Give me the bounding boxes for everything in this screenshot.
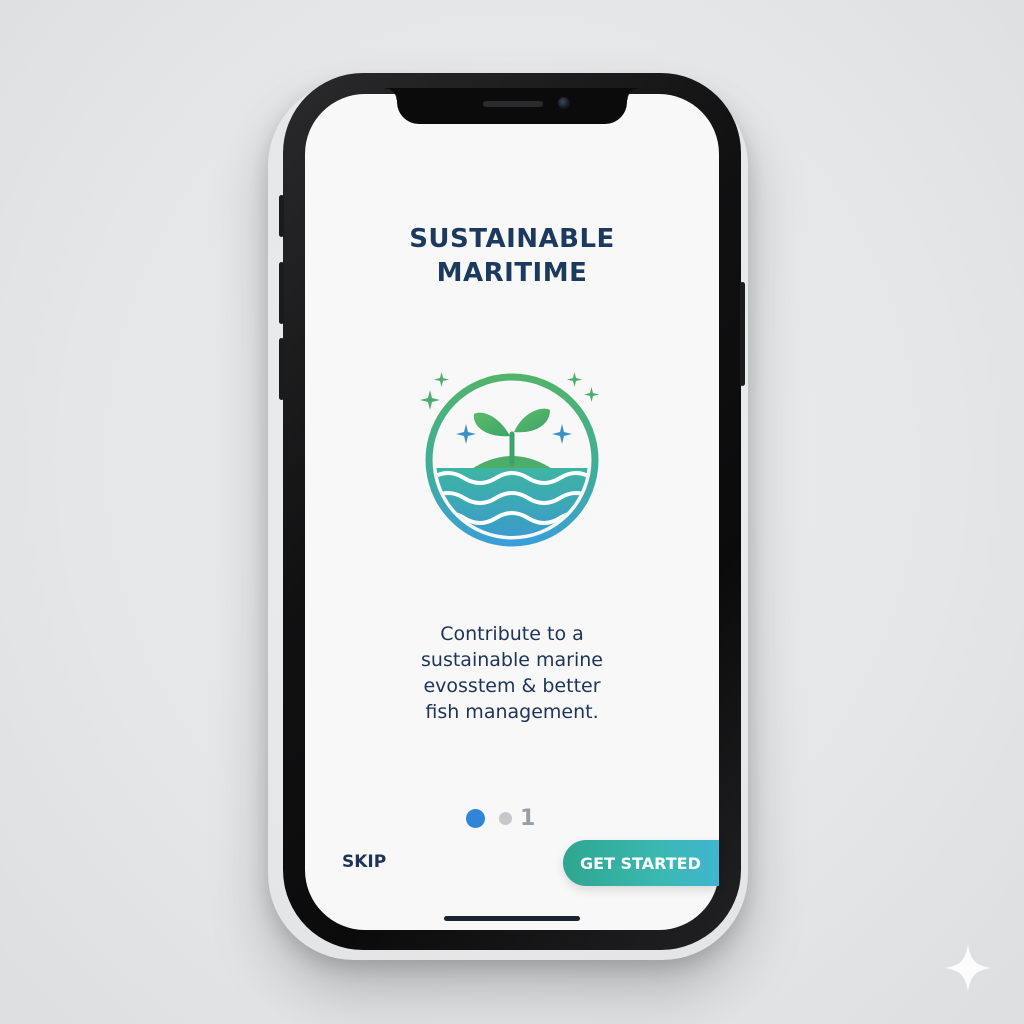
skip-button[interactable]: SKIP (342, 852, 386, 872)
sparkle-icon (434, 372, 449, 387)
page-dot-active[interactable] (466, 808, 485, 828)
onboarding-description: Contribute to a sustainable marine evoss… (421, 623, 603, 723)
sparkle-icon (420, 390, 440, 410)
page-number: 1 (520, 805, 536, 831)
sparkle-icon (584, 387, 599, 402)
volume-down-button (279, 338, 284, 400)
sparkle-icon (456, 424, 476, 444)
home-indicator[interactable] (444, 916, 580, 921)
front-camera (558, 97, 570, 109)
get-started-button[interactable]: GET STARTED (563, 840, 719, 886)
sparkle-icon (567, 372, 582, 387)
power-button (740, 282, 745, 386)
onboarding-title: SUSTAINABLE MARITIME (409, 224, 615, 288)
sparkle-icon (552, 424, 572, 444)
volume-up-button (279, 262, 284, 324)
earpiece-speaker (483, 101, 543, 107)
page-dot[interactable] (499, 811, 512, 825)
silent-switch (279, 195, 284, 237)
page-indicator: 1 (466, 805, 536, 831)
sprout-over-waves-icon (420, 372, 599, 547)
four-point-star-icon (944, 944, 992, 992)
